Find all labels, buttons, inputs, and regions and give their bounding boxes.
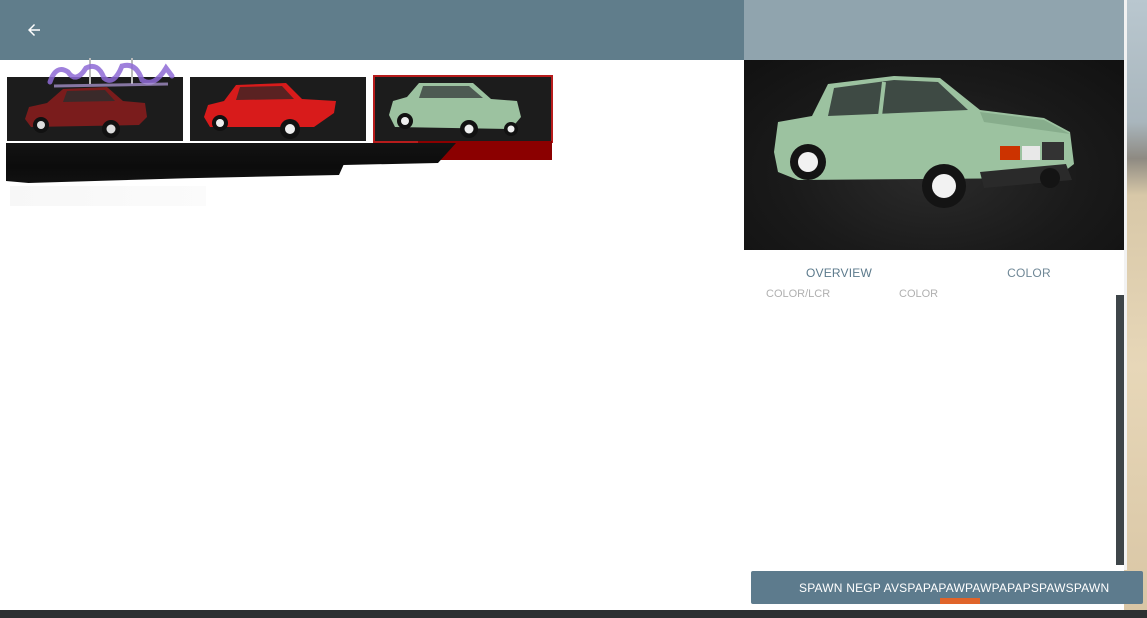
thumbnail-red[interactable] — [190, 77, 366, 141]
background-scene — [1124, 0, 1147, 610]
thumbnail-green[interactable] — [373, 75, 553, 143]
spawn-accent — [940, 598, 980, 604]
ghost-tab-label: COLOR — [899, 288, 939, 300]
preview-header — [744, 0, 1124, 60]
car-icon — [204, 83, 336, 139]
render-artifact-row — [10, 186, 206, 206]
app-header — [0, 0, 744, 60]
logo-watermark — [47, 58, 175, 88]
car-preview-icon — [774, 76, 1074, 208]
car-icon — [389, 83, 521, 138]
ghost-tab-labels: COLOR/LCR COLOR — [744, 288, 1116, 302]
ghost-tab-label: COLOR/LCR — [766, 288, 831, 300]
vehicle-preview — [744, 60, 1124, 250]
render-artifact — [6, 143, 456, 183]
panel-shadow — [1116, 295, 1124, 565]
bottom-strip — [0, 610, 1147, 618]
back-button[interactable] — [18, 14, 50, 46]
arrow-left-icon — [28, 24, 40, 36]
